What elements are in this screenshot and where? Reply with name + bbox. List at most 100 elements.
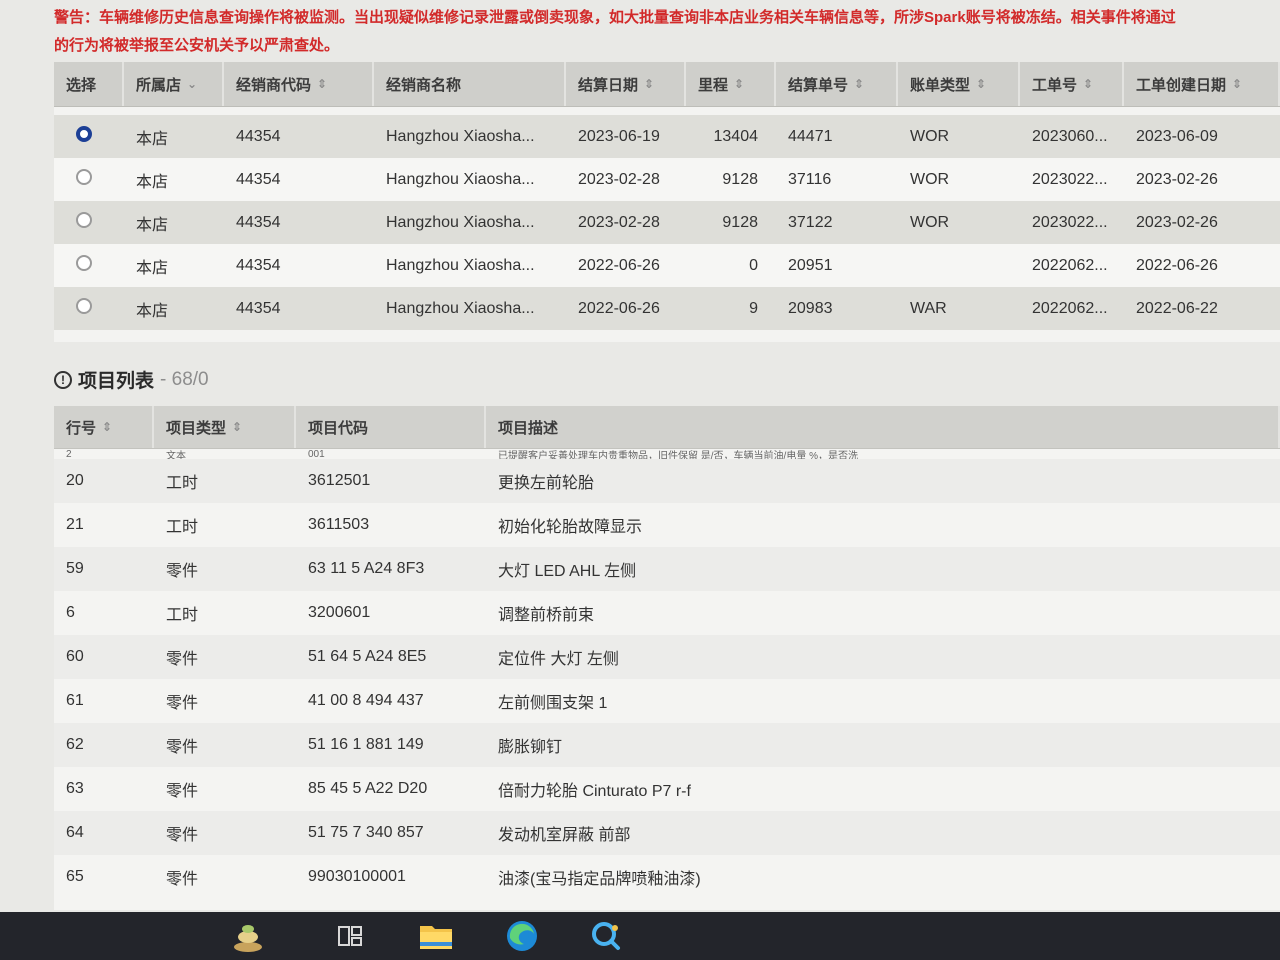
col-line-no[interactable]: 行号 ⇕: [54, 406, 154, 448]
line-no-cell: 65: [66, 868, 84, 885]
table-row[interactable]: 59 零件 63 11 5 A24 8F3 大灯 LED AHL 左侧: [54, 547, 1280, 591]
mileage-cell: 9: [749, 299, 758, 317]
table-row[interactable]: 本店 44354 Hangzhou Xiaosha... 2022-06-26 …: [54, 287, 1280, 330]
file-explorer-icon[interactable]: [408, 912, 464, 960]
table-row[interactable]: 2 文本 001 已提醒客户妥善处理车内贵重物品，旧件保留 是/否，车辆当前油/…: [54, 449, 1280, 459]
settle-no-cell: 37116: [788, 170, 832, 188]
line-no-cell: 20: [66, 472, 84, 489]
line-no-cell: 59: [66, 560, 84, 577]
col-item-type[interactable]: 项目类型 ⇕: [154, 406, 296, 448]
order-date-cell: 2023-02-26: [1136, 170, 1218, 188]
store-cell: 本店: [136, 302, 169, 320]
item-type-cell: 零件: [166, 871, 199, 888]
orders-table-body: 本店 44354 Hangzhou Xiaosha... 2023-06-19 …: [54, 107, 1280, 330]
taskbar: [0, 912, 1280, 960]
table-row[interactable]: 60 零件 51 64 5 A24 8E5 定位件 大灯 左侧: [54, 635, 1280, 679]
warning-line-2: 的行为将被举报至公安机关予以严肃查处。: [54, 37, 340, 54]
order-no-cell: 2023060...: [1032, 127, 1108, 145]
orders-table-header: 选择 所属店 ⌄ 经销商代码 ⇕ 经销商名称 结算日期 ⇕ 里程 ⇕ 结算单号 ⇕ 账单类…: [54, 62, 1280, 107]
mileage-cell: 9128: [722, 170, 758, 188]
col-store[interactable]: 所属店 ⌄: [124, 62, 224, 106]
sort-icon[interactable]: ⇕: [854, 77, 864, 91]
table-row[interactable]: 63 零件 85 45 5 A22 D20 倍耐力轮胎 Cinturato P7…: [54, 767, 1280, 811]
table-row[interactable]: 21 工时 3611503 初始化轮胎故障显示: [54, 503, 1280, 547]
item-list-title: ! 项目列表 - 68/0: [54, 366, 209, 393]
settle-date-cell: 2022-06-26: [578, 256, 660, 274]
item-desc-cell: 调整前桥前束: [498, 607, 595, 624]
order-date-cell: 2022-06-22: [1136, 299, 1218, 317]
table-row[interactable]: 20 工时 3612501 更换左前轮胎: [54, 459, 1280, 503]
row-radio[interactable]: [76, 255, 92, 271]
sort-icon[interactable]: ⇕: [102, 420, 112, 434]
table-row[interactable]: 64 零件 51 75 7 340 857 发动机室屏蔽 前部: [54, 811, 1280, 855]
dealer-code-cell: 44354: [236, 256, 281, 274]
store-cell: 本店: [136, 130, 169, 148]
plant-icon[interactable]: [220, 912, 276, 960]
col-order-date[interactable]: 工单创建日期 ⇕: [1124, 62, 1280, 106]
warning-banner: 警告：车辆维修历史信息查询操作将被监测。当出现疑似维修记录泄露或倒卖现象，如大批…: [54, 4, 1280, 62]
col-item-code: 项目代码: [296, 406, 486, 448]
col-bill-type[interactable]: 账单类型 ⇕: [898, 62, 1020, 106]
bill-type-cell: WOR: [910, 213, 950, 231]
table-row[interactable]: 本店 44354 Hangzhou Xiaosha... 2023-06-19 …: [54, 115, 1280, 158]
item-desc-cell: 倍耐力轮胎 Cinturato P7 r-f: [498, 783, 691, 800]
line-no-cell: 64: [66, 824, 84, 841]
table-row[interactable]: 65 零件 99030100001 油漆(宝马指定品牌喷釉油漆): [54, 855, 1280, 899]
dealer-code-cell: 44354: [236, 127, 281, 145]
warning-line-1: 警告：车辆维修历史信息查询操作将被监测。当出现疑似维修记录泄露或倒卖现象，如大批…: [54, 9, 1176, 26]
dealer-code-cell: 44354: [236, 299, 281, 317]
chevron-down-icon[interactable]: ⌄: [187, 77, 197, 91]
dealer-name-cell: Hangzhou Xiaosha...: [386, 213, 535, 231]
settle-no-cell: 44471: [788, 127, 833, 145]
bill-type-cell: WAR: [910, 299, 947, 317]
table-row[interactable]: 本店 44354 Hangzhou Xiaosha... 2022-06-26 …: [54, 244, 1280, 287]
items-table: 行号 ⇕ 项目类型 ⇕ 项目代码 项目描述 2 文本 001 已提醒客户妥善处理车内…: [54, 406, 1280, 910]
sort-icon[interactable]: ⇕: [1232, 77, 1242, 91]
table-row[interactable]: 62 零件 51 16 1 881 149 膨胀铆钉: [54, 723, 1280, 767]
item-type-cell: 零件: [166, 827, 199, 844]
table-row[interactable]: 本店 44354 Hangzhou Xiaosha... 2023-02-28 …: [54, 201, 1280, 244]
row-radio[interactable]: [76, 126, 92, 142]
item-desc-cell: 更换左前轮胎: [498, 475, 595, 492]
item-type-cell: 零件: [166, 783, 199, 800]
sort-icon[interactable]: ⇕: [317, 77, 327, 91]
settle-date-cell: 2023-02-28: [578, 170, 660, 188]
row-radio[interactable]: [76, 298, 92, 314]
edge-browser-icon[interactable]: [494, 912, 550, 960]
store-cell: 本店: [136, 173, 169, 191]
table-row[interactable]: 本店 44354 Hangzhou Xiaosha... 2023-02-28 …: [54, 158, 1280, 201]
item-code-cell: 3200601: [308, 604, 371, 621]
item-desc-cell: 左前侧围支架 1: [498, 695, 608, 712]
store-cell: 本店: [136, 259, 169, 277]
sort-icon[interactable]: ⇕: [232, 420, 242, 434]
quick-assist-icon[interactable]: [578, 912, 634, 960]
sort-icon[interactable]: ⇕: [734, 77, 744, 91]
col-dealer-code[interactable]: 经销商代码 ⇕: [224, 62, 374, 106]
row-radio[interactable]: [76, 169, 92, 185]
settle-no-cell: 20983: [788, 299, 833, 317]
bill-type-cell: WOR: [910, 170, 950, 188]
sort-icon[interactable]: ⇕: [1083, 77, 1093, 91]
item-code-cell: 41 00 8 494 437: [308, 692, 424, 709]
item-type-cell: 零件: [166, 651, 199, 668]
item-type-cell: 零件: [166, 695, 199, 712]
row-radio[interactable]: [76, 212, 92, 228]
item-code-cell: 51 16 1 881 149: [308, 736, 424, 753]
sort-icon[interactable]: ⇕: [976, 77, 986, 91]
table-row[interactable]: 6 工时 3200601 调整前桥前束: [54, 591, 1280, 635]
sort-icon[interactable]: ⇕: [644, 77, 654, 91]
col-order-no[interactable]: 工单号 ⇕: [1020, 62, 1124, 106]
dealer-name-cell: Hangzhou Xiaosha...: [386, 299, 535, 317]
line-no-cell: 21: [66, 516, 84, 533]
dealer-name-cell: Hangzhou Xiaosha...: [386, 127, 535, 145]
item-desc-cell: 初始化轮胎故障显示: [498, 519, 643, 536]
col-settle-date[interactable]: 结算日期 ⇕: [566, 62, 686, 106]
settle-date-cell: 2023-06-19: [578, 127, 660, 145]
line-no-cell: 61: [66, 692, 84, 709]
table-row[interactable]: 61 零件 41 00 8 494 437 左前侧围支架 1: [54, 679, 1280, 723]
task-view-icon[interactable]: [322, 912, 378, 960]
order-no-cell: 2023022...: [1032, 213, 1108, 231]
line-no-cell: 60: [66, 648, 84, 665]
col-mileage[interactable]: 里程 ⇕: [686, 62, 776, 106]
col-settle-no[interactable]: 结算单号 ⇕: [776, 62, 898, 106]
